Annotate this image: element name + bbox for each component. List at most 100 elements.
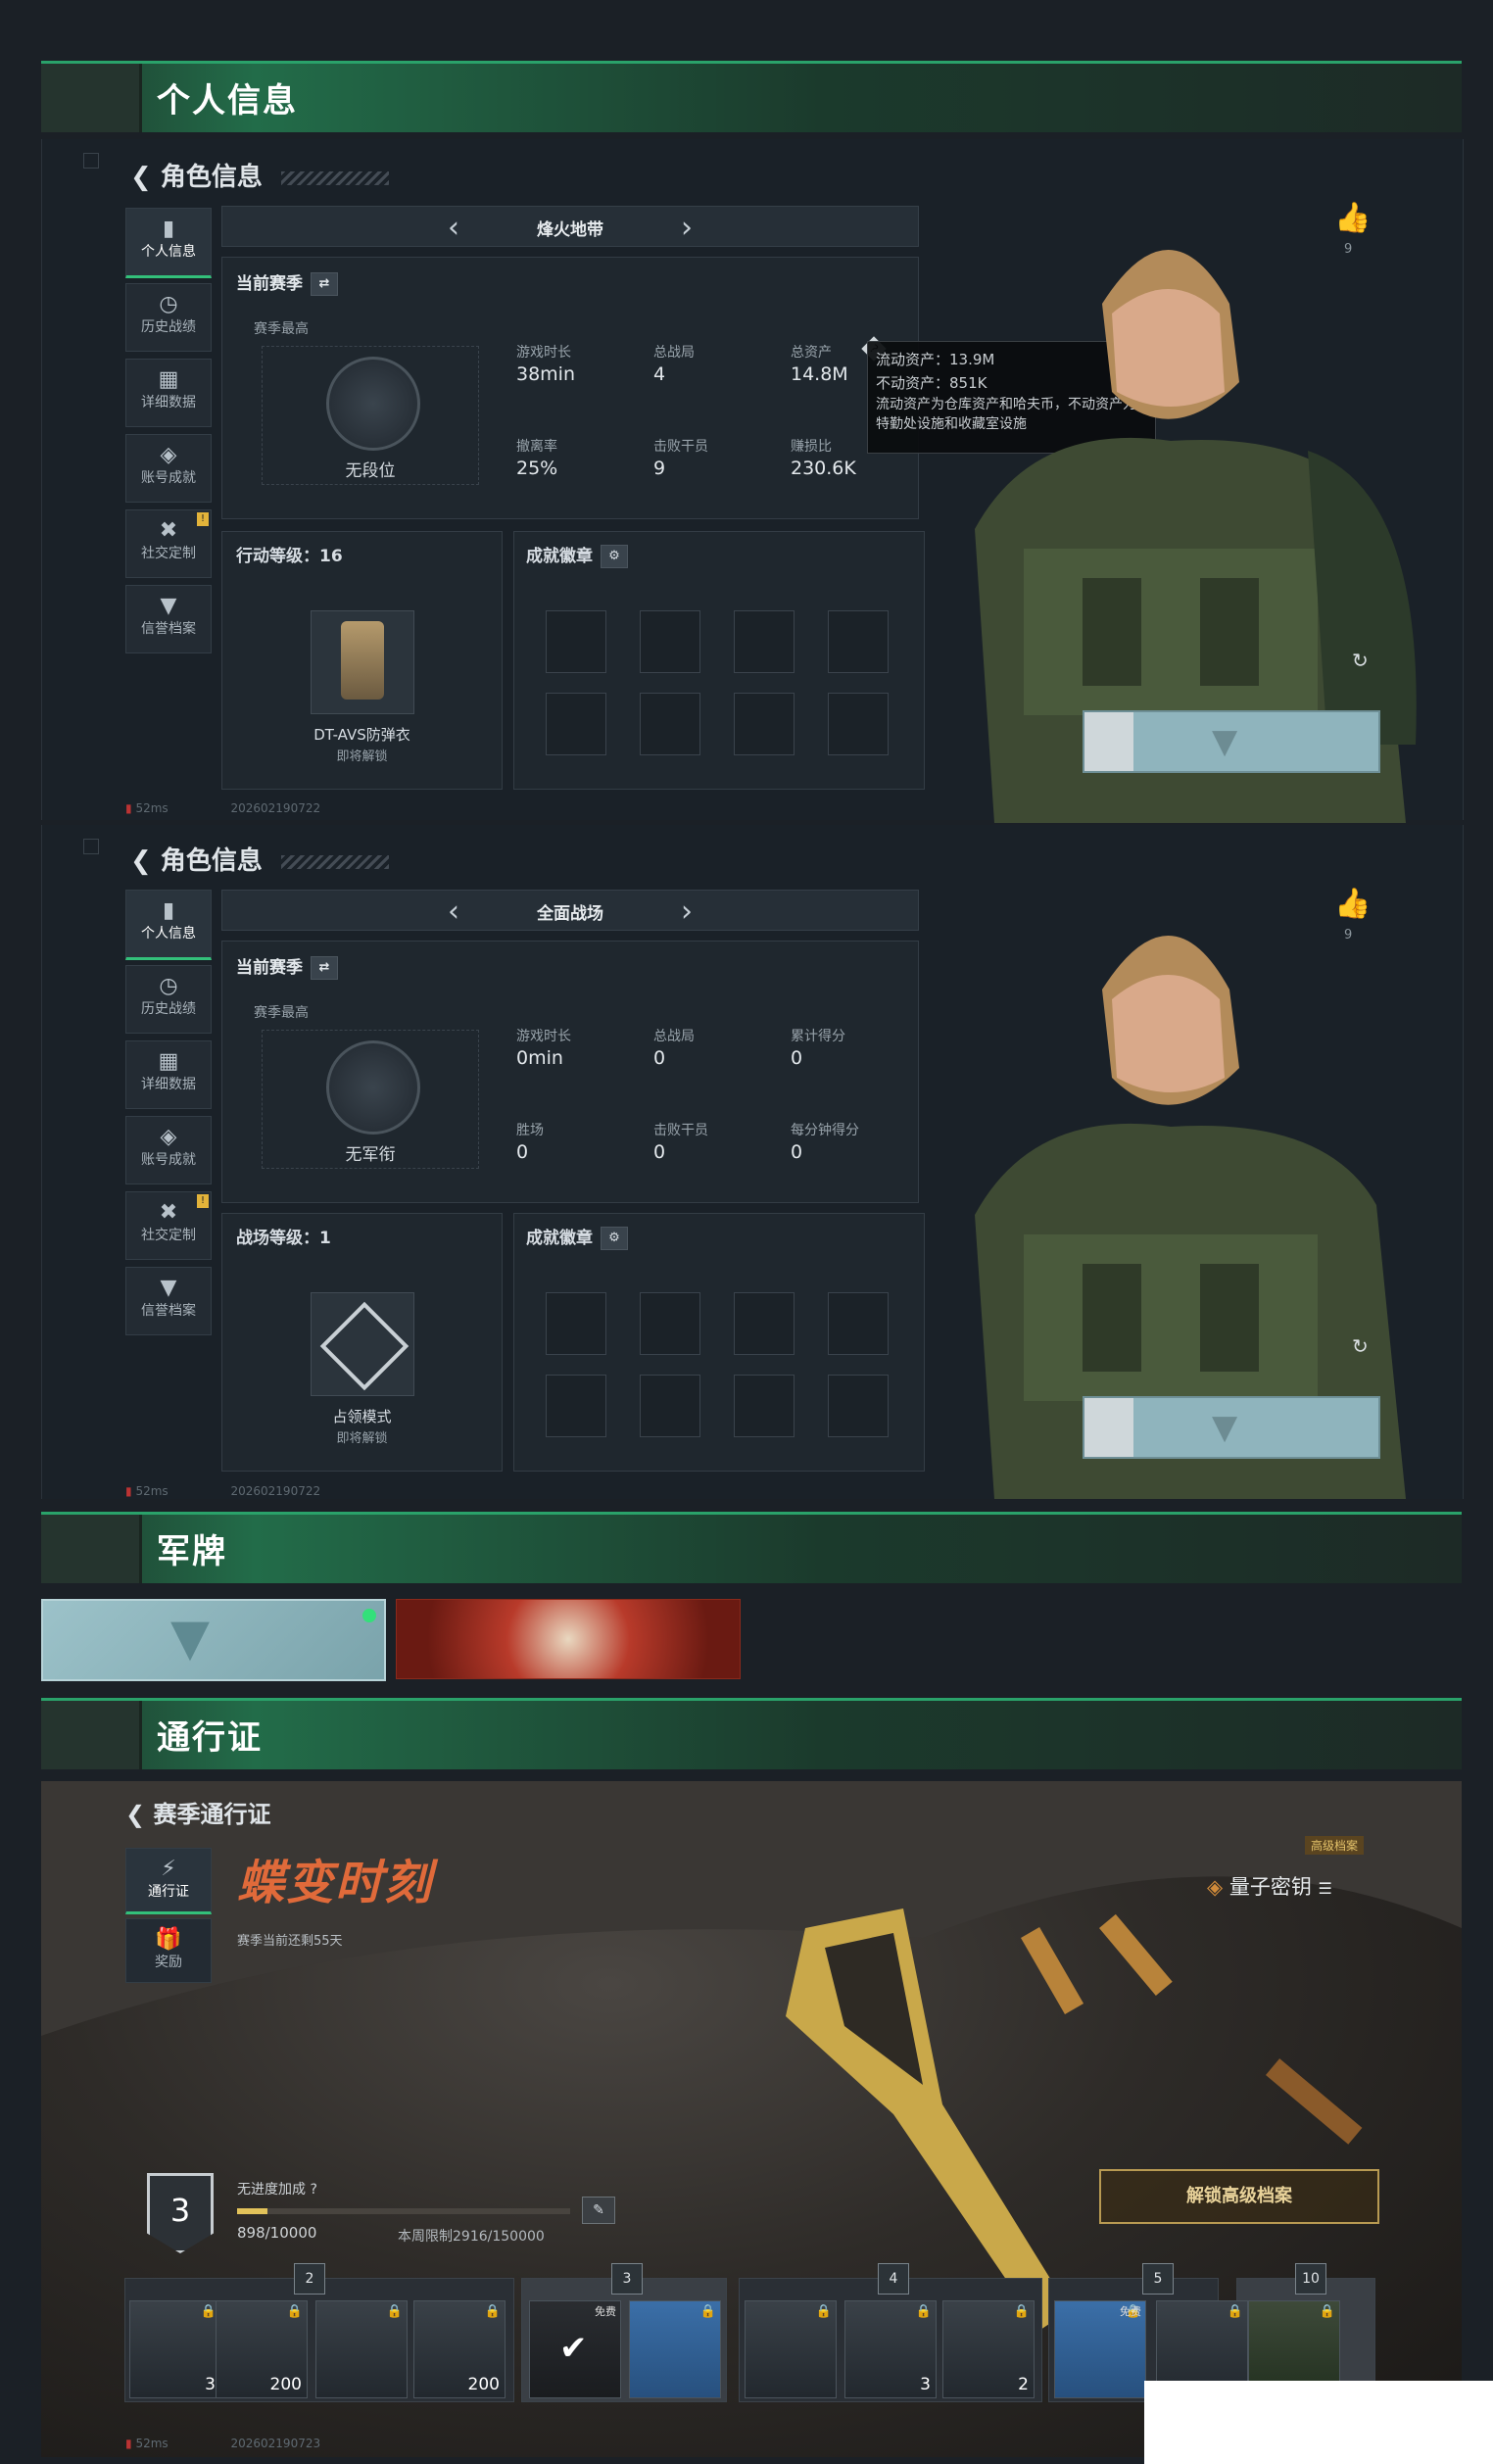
stat-label: 击败干员	[653, 1123, 708, 1138]
footer-id: 202602190722	[230, 1484, 321, 1498]
sidebar-item-5[interactable]: ▼ 信誉档案	[125, 1267, 212, 1335]
swap-icon[interactable]: ⇄	[311, 272, 338, 296]
rank-frame: 无军衔	[262, 1030, 479, 1169]
stat-value: 0min	[516, 1047, 563, 1069]
like-button[interactable]: 👍	[1334, 887, 1371, 921]
achievement-slot[interactable]	[640, 610, 700, 673]
footer-id: 202602190723	[230, 2437, 321, 2450]
stat-value: 9	[653, 458, 666, 479]
mode-next-button[interactable]: ›	[681, 894, 693, 929]
settings-icon[interactable]: ⚙	[601, 545, 628, 568]
add-progress-icon[interactable]: ✎	[582, 2197, 615, 2224]
reward-slot[interactable]: 🔒 3	[129, 2300, 221, 2398]
reward-count: 2	[1018, 2375, 1029, 2394]
level-marker: 5	[1142, 2263, 1174, 2295]
achievement-slot[interactable]	[546, 693, 606, 755]
like-button[interactable]: 👍	[1334, 201, 1371, 235]
level-box: 行动等级：16 DT-AVS防弹衣 即将解锁	[221, 531, 503, 790]
gift-icon: 🎁	[155, 1927, 182, 1952]
reward-slot[interactable]: 🔒	[745, 2300, 837, 2398]
achievement-slot[interactable]	[734, 693, 795, 755]
reward-slot[interactable]: 🔒	[629, 2300, 721, 2398]
latency: 52ms	[135, 2437, 169, 2450]
season-label: 当前赛季 ⇄	[236, 953, 338, 980]
stat-label: 总资产	[791, 345, 832, 361]
achievement-slot[interactable]	[828, 610, 889, 673]
rank-emblem-icon	[326, 1040, 420, 1135]
sidebar-item-label: 详细数据	[141, 1077, 196, 1092]
reward-slot[interactable]: 🔒	[315, 2300, 408, 2398]
item-sub: 即将解锁	[336, 1431, 388, 1446]
sidebar-item-0[interactable]: ▮ 个人信息	[125, 890, 212, 960]
mode-switcher: ‹ 全面战场 ›	[221, 890, 919, 931]
sidebar-item-2[interactable]: ▦ 详细数据	[125, 1040, 212, 1109]
flag-icon	[319, 1301, 409, 1391]
season-label: 当前赛季 ⇄	[236, 269, 338, 296]
sidebar-item-4[interactable]: ✖ 社交定制!	[125, 509, 212, 578]
stat-label: 撤离率	[516, 439, 557, 455]
status-footer: ▮ 52ms 202602190723	[125, 2437, 320, 2450]
achievement-slot[interactable]	[828, 1292, 889, 1355]
level-marker: 10	[1295, 2263, 1326, 2295]
achievement-slot[interactable]	[546, 610, 606, 673]
stat-label: 总战局	[653, 345, 695, 361]
mode-next-button[interactable]: ›	[681, 211, 693, 245]
rotate-icon[interactable]: ↻	[1352, 1334, 1369, 1358]
tab-pass[interactable]: ⚡ 通行证	[125, 1848, 212, 1914]
tab-rewards[interactable]: 🎁 奖励	[125, 1918, 212, 1983]
lock-icon: 🔒	[915, 2304, 932, 2319]
dogtag-card-2[interactable]	[396, 1599, 741, 1679]
sidebar-item-1[interactable]: ◷ 历史战绩	[125, 965, 212, 1034]
achievement-slot[interactable]	[734, 1375, 795, 1437]
achievement-slot[interactable]	[828, 693, 889, 755]
level-marker: 3	[611, 2263, 643, 2295]
list-icon[interactable]: ☰	[1319, 1879, 1332, 1898]
lock-icon: 🔒	[286, 2304, 303, 2319]
back-button[interactable]: ❮ 赛季通行证	[125, 1795, 270, 1829]
lock-icon: 🔒	[1227, 2304, 1243, 2319]
achievement-slot[interactable]	[546, 1292, 606, 1355]
rank-frame: 无段位	[262, 346, 479, 485]
sidebar-item-3[interactable]: ◈ 账号成就	[125, 434, 212, 503]
achievement-slot[interactable]	[640, 693, 700, 755]
history-icon: ◷	[159, 292, 178, 316]
sidebar-item-label: 详细数据	[141, 395, 196, 411]
reward-slot[interactable]: 🔒 200	[413, 2300, 506, 2398]
sidebar-item-3[interactable]: ◈ 账号成就	[125, 1116, 212, 1184]
reward-slot[interactable]: 🔒 2	[942, 2300, 1035, 2398]
unlock-premium-button[interactable]: 解锁高级档案	[1099, 2169, 1379, 2224]
settings-icon[interactable]: ⚙	[601, 1227, 628, 1250]
swap-icon[interactable]: ⇄	[311, 956, 338, 980]
achievement-slot[interactable]	[640, 1375, 700, 1437]
achievement-slot[interactable]	[828, 1375, 889, 1437]
dogtag-card-1[interactable]: ▼	[41, 1599, 386, 1681]
sidebar-item-0[interactable]: ▮ 个人信息	[125, 208, 212, 278]
reward-slot[interactable]: 🔒 免费	[1054, 2300, 1146, 2398]
achievement-slot[interactable]	[640, 1292, 700, 1355]
back-button[interactable]: ❮ 角色信息	[130, 157, 389, 193]
reward-slot[interactable]: ✔ 免费	[529, 2300, 621, 2398]
sidebar-item-2[interactable]: ▦ 详细数据	[125, 359, 212, 427]
sidebar-item-label: 个人信息	[141, 244, 196, 260]
lock-icon: 🔒	[815, 2304, 832, 2319]
notification-badge: !	[197, 1194, 209, 1208]
reward-slot[interactable]: 🔒 200	[216, 2300, 308, 2398]
progress-bonus-text: 无进度加成	[237, 2182, 306, 2198]
item-title-text: 量子密钥	[1228, 1875, 1312, 1899]
achievement-slot[interactable]	[734, 610, 795, 673]
sidebar-item-4[interactable]: ✖ 社交定制!	[125, 1191, 212, 1260]
stat-value: 4	[653, 363, 666, 385]
achievement-slot[interactable]	[546, 1375, 606, 1437]
rotate-icon[interactable]: ↻	[1352, 649, 1369, 672]
sidebar-item-5[interactable]: ▼ 信誉档案	[125, 585, 212, 653]
help-icon[interactable]: ?	[310, 2182, 316, 2198]
achievement-slot[interactable]	[734, 1292, 795, 1355]
sidebar-item-1[interactable]: ◷ 历史战绩	[125, 283, 212, 352]
stat-value: 230.6K	[791, 458, 856, 479]
sidebar-item-label: 账号成就	[141, 470, 196, 486]
event-title: 蝶变时刻	[237, 1856, 434, 1910]
back-button[interactable]: ❮ 角色信息	[130, 841, 389, 877]
item-card[interactable]	[311, 610, 414, 714]
item-card[interactable]	[311, 1292, 414, 1396]
reward-slot[interactable]: 🔒 3	[844, 2300, 937, 2398]
